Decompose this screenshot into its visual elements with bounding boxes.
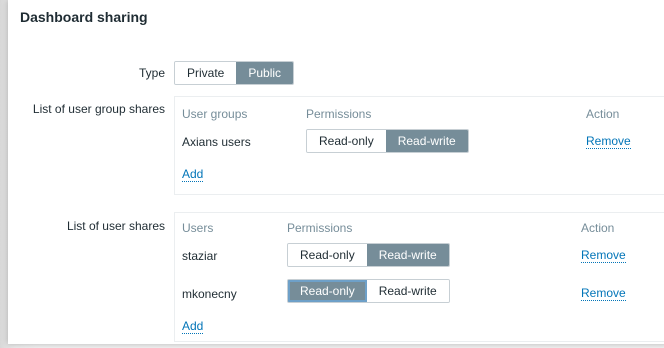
col-head-action: Action xyxy=(581,221,615,235)
read-write-button[interactable]: Read-write xyxy=(366,280,449,302)
add-user-link[interactable]: Add xyxy=(182,319,204,334)
read-only-button[interactable]: Read-only xyxy=(288,244,367,266)
remove-user-link[interactable]: Remove xyxy=(581,286,626,301)
user-shares-table: Users Permissions Action staziar Read-on… xyxy=(174,212,664,342)
dashboard-sharing-dialog: Dashboard sharing Type List of user grou… xyxy=(8,0,664,344)
user-permission-toggle[interactable]: Read-only Read-write xyxy=(287,243,450,267)
group-permission-toggle[interactable]: Read-only Read-write xyxy=(306,129,469,153)
remove-group-link[interactable]: Remove xyxy=(586,134,631,149)
col-head-permissions: Permissions xyxy=(306,107,372,121)
read-only-button[interactable]: Read-only xyxy=(288,280,367,302)
col-head-permissions: Permissions xyxy=(287,221,353,235)
user-name: mkonecny xyxy=(182,287,237,301)
type-toggle[interactable]: Private Public xyxy=(174,61,295,85)
user-name: staziar xyxy=(182,249,218,263)
remove-user-link[interactable]: Remove xyxy=(581,248,626,263)
user-shares-label: List of user shares xyxy=(66,219,165,233)
read-only-button[interactable]: Read-only xyxy=(307,130,386,152)
form-label-column: Type List of user group shares List of u… xyxy=(8,0,165,344)
col-head-user-groups: User groups xyxy=(182,107,248,121)
col-head-users: Users xyxy=(182,221,214,235)
add-group-link[interactable]: Add xyxy=(182,167,204,182)
col-head-action: Action xyxy=(586,107,620,121)
read-write-button[interactable]: Read-write xyxy=(385,130,468,152)
type-label: Type xyxy=(138,66,165,80)
type-private-button[interactable]: Private xyxy=(175,62,237,84)
user-permission-toggle[interactable]: Read-only Read-write xyxy=(287,279,450,303)
group-name: Axians users xyxy=(182,135,251,149)
group-shares-label: List of user group shares xyxy=(32,102,165,116)
read-write-button[interactable]: Read-write xyxy=(366,244,449,266)
type-public-button[interactable]: Public xyxy=(236,62,294,84)
group-shares-table: User groups Permissions Action Axians us… xyxy=(174,96,664,195)
